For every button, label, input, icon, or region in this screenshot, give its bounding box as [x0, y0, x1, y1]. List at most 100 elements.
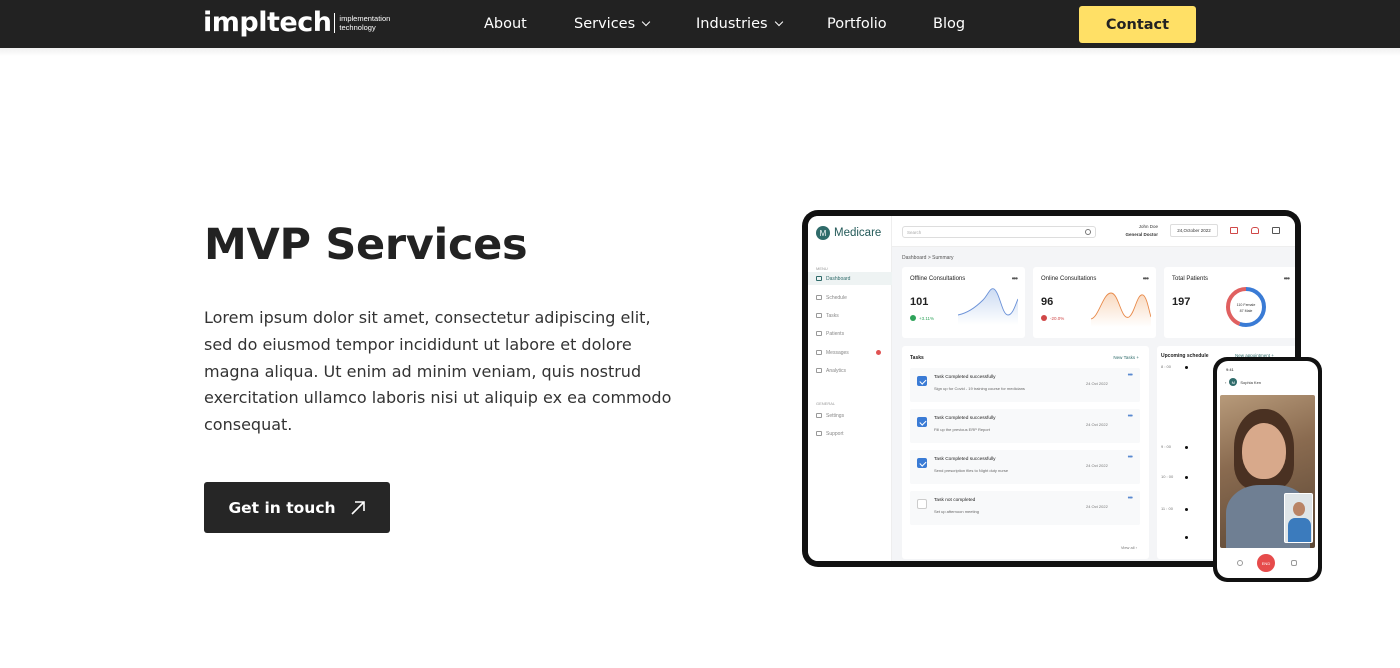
mock-tasks-title: Tasks — [910, 355, 924, 361]
mock-view-all-label: View all — [1120, 545, 1135, 550]
mock-sidebar-label: Schedule — [826, 294, 847, 301]
avatar: M — [1229, 378, 1238, 386]
donut-chart: 110 Female 87 Male — [1226, 287, 1266, 327]
mock-time-label: 10 : 00 — [1161, 474, 1174, 479]
mock-time-label: 9 : 00 — [1161, 444, 1172, 449]
users-icon — [816, 331, 822, 336]
logo-wordmark: impltech — [203, 7, 332, 38]
chevron-down-icon — [774, 17, 783, 27]
logo[interactable]: impltech implementation technology — [203, 6, 390, 40]
checkbox-empty-icon — [917, 499, 927, 509]
nav-about[interactable]: About — [484, 14, 527, 34]
mock-sidebar-item: Tasks — [808, 309, 892, 322]
nav-services[interactable]: Services — [574, 14, 651, 34]
get-in-touch-button[interactable]: Get in touch — [204, 482, 390, 533]
top-nav: impltech implementation technology About… — [0, 0, 1400, 48]
mock-menu-label: MENU — [816, 266, 828, 271]
more-icon: ••• — [1127, 372, 1133, 379]
mock-task-date: 24 Oct 2022 — [1086, 463, 1108, 468]
chevron-down-icon — [641, 17, 651, 27]
mock-card-change-text: +3.11% — [919, 315, 935, 321]
mock-task-sub: Fill up the previous ERP Report — [934, 427, 990, 432]
more-icon: ••• — [1127, 454, 1133, 461]
self-view-pip — [1284, 493, 1313, 543]
timeline-dot — [1185, 446, 1188, 449]
logo-tagline-line2: technology — [339, 23, 376, 32]
mail-icon — [816, 350, 822, 355]
tasks-icon — [816, 313, 822, 318]
phone-mockup: 9:41 ‹ M Sophia Ken END — [1213, 357, 1322, 582]
mock-card-value: 197 — [1172, 296, 1191, 308]
mock-sidebar: M Medicare MENU Dashboard Schedule Tasks… — [808, 216, 892, 561]
gear-icon — [816, 413, 822, 418]
mock-task-date: 24 Oct 2022 — [1086, 504, 1108, 509]
get-in-touch-label: Get in touch — [228, 498, 336, 517]
mock-sidebar-item: Dashboard — [808, 272, 892, 285]
page-title: MVP Services — [204, 220, 528, 270]
mock-card-value: 96 — [1041, 296, 1054, 308]
logo-divider — [334, 13, 336, 33]
mock-task-title: Task Completed successfully — [934, 416, 996, 421]
mock-task-date: 24 Oct 2022 — [1086, 381, 1108, 386]
search-icon — [1085, 229, 1091, 235]
mock-sidebar-item: Analytics — [808, 364, 892, 377]
video-person-face — [1242, 423, 1286, 479]
mock-task-row: Task Completed successfully Fill up the … — [910, 409, 1140, 443]
mail-icon — [1230, 227, 1238, 234]
nav-portfolio-label: Portfolio — [827, 16, 887, 32]
mock-task-title: Task Completed successfully — [934, 457, 996, 462]
analytics-icon — [816, 368, 822, 373]
nav-portfolio[interactable]: Portfolio — [827, 14, 887, 34]
mock-sidebar-label: Messages — [826, 349, 849, 356]
pip-body — [1288, 518, 1311, 542]
wave-sparkline — [1091, 292, 1151, 327]
nav-blog[interactable]: Blog — [933, 14, 965, 34]
trend-up-icon — [910, 315, 916, 321]
mock-card-offline: Offline Consultations ••• 101 +3.11% — [902, 267, 1025, 338]
mock-card-change-text: -20.0% — [1050, 315, 1065, 321]
mock-time-label: 8 : 00 — [1161, 364, 1172, 369]
nav-industries[interactable]: Industries — [696, 14, 783, 34]
logo-tagline-line1: implementation — [339, 14, 391, 23]
mock-sidebar-label: Support — [826, 430, 844, 437]
nav-shadow — [0, 48, 1400, 56]
more-icon: ••• — [1127, 495, 1133, 502]
timeline-dot — [1185, 476, 1188, 479]
mock-date: 24,October 2022 — [1170, 224, 1218, 237]
mock-user-name: John Doe — [1138, 224, 1158, 229]
more-icon: ••• — [1011, 274, 1018, 283]
mock-general-label: GENERAL — [816, 401, 836, 406]
mock-time-label: 11 : 00 — [1161, 506, 1173, 511]
logo-tagline: implementation technology — [339, 14, 390, 32]
mock-sidebar-item: Schedule — [808, 291, 892, 304]
chat-icon — [1291, 560, 1297, 566]
mock-user: John Doe General Doctor — [1108, 223, 1158, 239]
mock-sidebar-label: Dashboard — [826, 275, 851, 282]
mock-schedule-title: Upcoming schedule — [1161, 353, 1209, 359]
mock-task-title: Task not completed — [934, 498, 976, 503]
mock-card-title: Online Consultations — [1041, 276, 1097, 282]
mock-task-sub: Set up afternoon meeting — [934, 509, 979, 514]
mock-card-title: Total Patients — [1172, 276, 1209, 282]
end-call-button: END — [1257, 554, 1275, 572]
mock-card-change: -20.0% — [1041, 315, 1064, 321]
messages-badge — [876, 350, 881, 355]
mock-card-change: +3.11% — [910, 315, 934, 321]
mock-card-online: Online Consultations ••• 96 -20.0% — [1033, 267, 1156, 338]
chevron-left-icon: ‹ — [1225, 379, 1227, 385]
contact-button[interactable]: Contact — [1079, 6, 1196, 43]
mock-search-placeholder: Search — [907, 230, 922, 235]
logout-icon — [1272, 227, 1280, 234]
mock-card-value: 101 — [910, 296, 929, 308]
arrow-up-right-icon — [350, 500, 365, 515]
checkbox-checked-icon — [917, 376, 927, 386]
mock-view-all: View all › — [1120, 545, 1137, 550]
more-icon: ••• — [1142, 274, 1149, 283]
checkbox-checked-icon — [917, 417, 927, 427]
mock-new-tasks: New Tasks + — [1113, 355, 1139, 360]
mock-task-sub: Sign up for Covid - 19 training course f… — [934, 386, 1025, 391]
trend-down-icon — [1041, 315, 1047, 321]
timeline-dot — [1185, 536, 1188, 539]
more-icon: ••• — [1127, 413, 1133, 420]
mock-new-tasks-label: New Tasks — [1113, 355, 1136, 360]
